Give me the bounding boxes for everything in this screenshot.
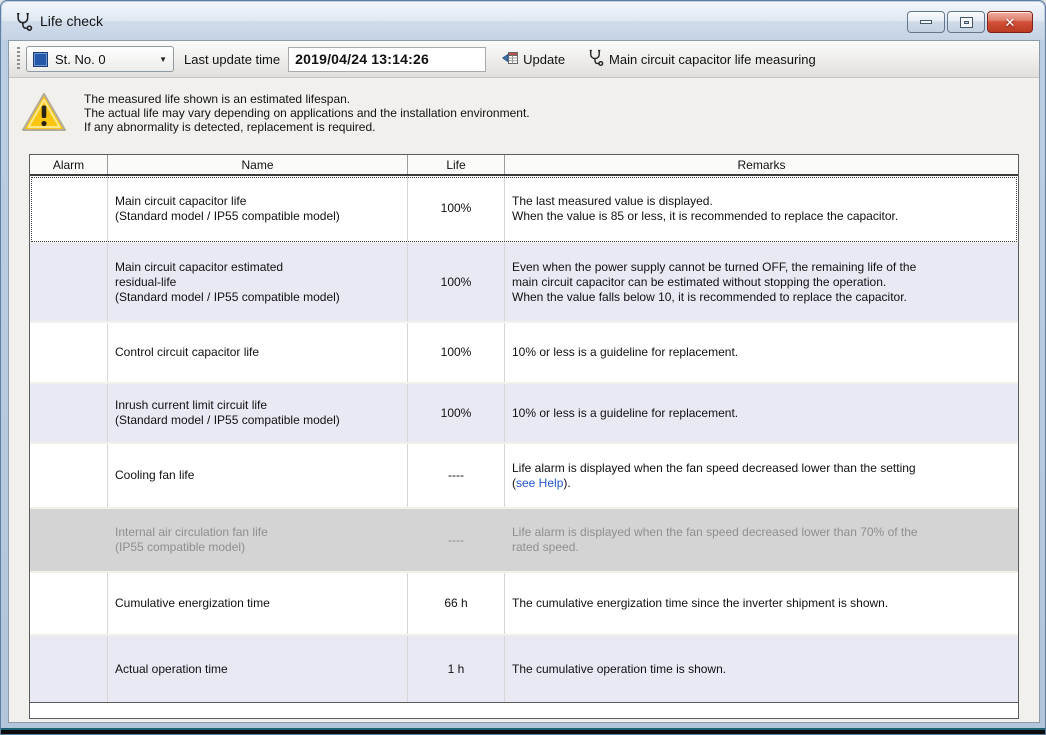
header-name: Name <box>108 155 408 174</box>
toolbar: St. No. 0 ▼ Last update time 2019/04/24 … <box>9 41 1039 78</box>
update-button-label: Update <box>523 52 565 67</box>
header-life: Life <box>408 155 505 174</box>
update-icon <box>502 50 518 69</box>
table-row[interactable]: Main circuit capacitor estimated residua… <box>30 243 1018 323</box>
minimize-button[interactable] <box>907 11 945 33</box>
close-button[interactable]: ✕ <box>987 11 1033 33</box>
measure-button-label: Main circuit capacitor life measuring <box>609 52 816 67</box>
life-cell: 1 h <box>408 636 505 702</box>
stethoscope-icon <box>14 12 33 31</box>
name-cell: Inrush current limit circuit life (Stand… <box>108 384 408 442</box>
warning-line-3: If any abnormality is detected, replacem… <box>84 120 530 134</box>
life-cell: 100% <box>408 323 505 382</box>
warning-line-1: The measured life shown is an estimated … <box>84 92 530 106</box>
table-filler <box>30 703 1018 718</box>
warning-note: The measured life shown is an estimated … <box>21 91 530 134</box>
name-cell: Cumulative energization time <box>108 573 408 634</box>
alarm-cell <box>30 509 108 571</box>
client-area: St. No. 0 ▼ Last update time 2019/04/24 … <box>8 40 1040 723</box>
table-row[interactable]: Internal air circulation fan life (IP55 … <box>30 509 1018 573</box>
remarks-cell: Even when the power supply cannot be tur… <box>505 243 1018 321</box>
restore-icon <box>960 17 973 28</box>
window-title: Life check <box>40 13 103 29</box>
window-controls: ✕ <box>907 11 1033 33</box>
name-cell: Main circuit capacitor life (Standard mo… <box>108 176 408 241</box>
remarks-cell: Life alarm is displayed when the fan spe… <box>505 444 1018 507</box>
life-cell: ---- <box>408 509 505 571</box>
chevron-down-icon: ▼ <box>159 55 167 64</box>
name-cell: Actual operation time <box>108 636 408 702</box>
window-bottom-edge <box>1 728 1045 734</box>
toolbar-grip-handle[interactable] <box>17 47 20 71</box>
remarks-cell: Life alarm is displayed when the fan spe… <box>505 509 1018 571</box>
table-row[interactable]: Inrush current limit circuit life (Stand… <box>30 384 1018 444</box>
life-cell: 100% <box>408 176 505 241</box>
table-row[interactable]: Control circuit capacitor life 100% 10% … <box>30 323 1018 384</box>
table-row[interactable]: Cooling fan life ---- Life alarm is disp… <box>30 444 1018 509</box>
table-row[interactable]: Actual operation time 1 h The cumulative… <box>30 636 1018 703</box>
warning-line-2: The actual life may vary depending on ap… <box>84 106 530 120</box>
title-bar: Life check ✕ <box>2 2 1044 40</box>
restore-button[interactable] <box>947 11 985 33</box>
alarm-cell <box>30 243 108 321</box>
name-cell: Control circuit capacitor life <box>108 323 408 382</box>
table-row[interactable]: Main circuit capacitor life (Standard mo… <box>30 176 1018 243</box>
alarm-cell <box>30 573 108 634</box>
alarm-cell <box>30 384 108 442</box>
minimize-icon <box>920 20 932 24</box>
alarm-cell <box>30 444 108 507</box>
update-button[interactable]: Update <box>496 47 571 72</box>
life-check-window: Life check ✕ St. No. 0 ▼ Last update tim… <box>0 0 1046 735</box>
remarks-cell: 10% or less is a guideline for replaceme… <box>505 323 1018 382</box>
life-cell: 100% <box>408 384 505 442</box>
name-cell: Internal air circulation fan life (IP55 … <box>108 509 408 571</box>
life-cell: 66 h <box>408 573 505 634</box>
remarks-cell: The last measured value is displayed. Wh… <box>505 176 1018 241</box>
capacitor-life-measuring-button[interactable]: Main circuit capacitor life measuring <box>581 46 822 72</box>
remarks-cell: The cumulative operation time is shown. <box>505 636 1018 702</box>
close-icon: ✕ <box>1005 16 1016 29</box>
name-cell: Main circuit capacitor estimated residua… <box>108 243 408 321</box>
name-cell: Cooling fan life <box>108 444 408 507</box>
alarm-cell <box>30 323 108 382</box>
table-row[interactable]: Cumulative energization time 66 h The cu… <box>30 573 1018 636</box>
station-select-dropdown[interactable]: St. No. 0 ▼ <box>26 46 174 72</box>
see-help-link[interactable]: see Help <box>516 476 563 490</box>
remarks-cell: 10% or less is a guideline for replaceme… <box>505 384 1018 442</box>
alarm-cell <box>30 176 108 241</box>
warning-triangle-icon <box>21 91 67 133</box>
table-header: Alarm Name Life Remarks <box>30 155 1018 176</box>
last-update-label: Last update time <box>184 52 280 67</box>
station-icon <box>33 52 48 67</box>
life-cell: ---- <box>408 444 505 507</box>
life-table: Alarm Name Life Remarks Main circuit cap… <box>29 154 1019 719</box>
alarm-cell <box>30 636 108 702</box>
life-cell: 100% <box>408 243 505 321</box>
remarks-cell: The cumulative energization time since t… <box>505 573 1018 634</box>
header-remarks: Remarks <box>505 155 1018 174</box>
station-select-value: St. No. 0 <box>55 52 159 67</box>
header-alarm: Alarm <box>30 155 108 174</box>
last-update-time-field[interactable]: 2019/04/24 13:14:26 <box>288 47 486 72</box>
stethoscope-icon <box>587 49 604 69</box>
